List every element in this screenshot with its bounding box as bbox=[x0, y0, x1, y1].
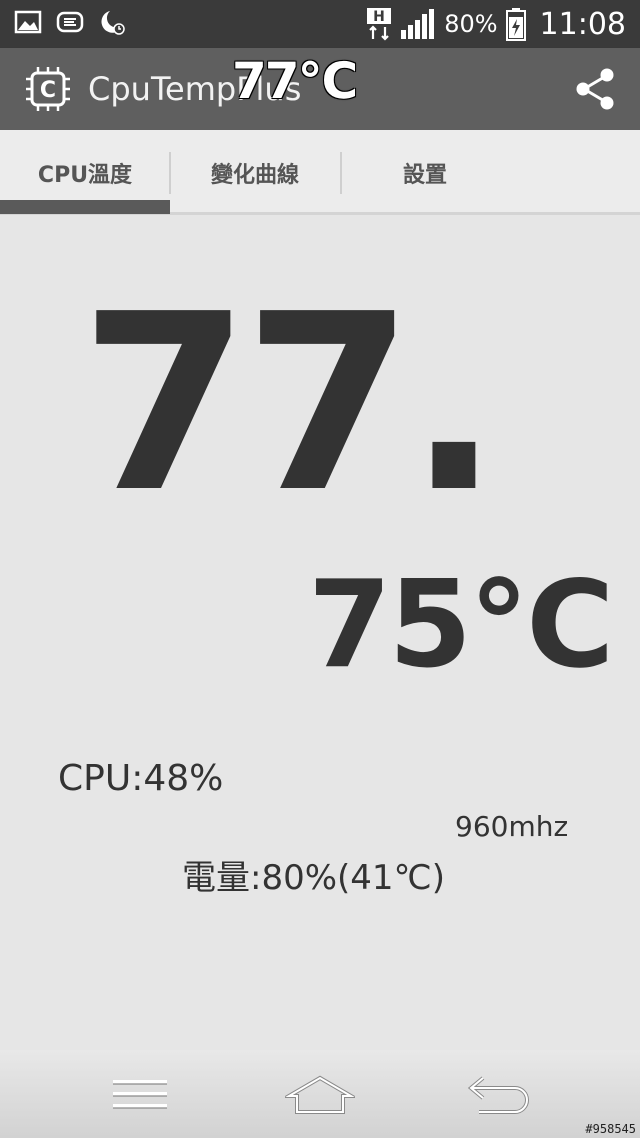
app-notification-icon bbox=[56, 11, 84, 33]
menu-icon[interactable] bbox=[105, 1072, 175, 1116]
clock: 11:08 bbox=[539, 6, 626, 42]
battery-percent: 80% bbox=[444, 10, 498, 38]
battery-info: 電量:80%(41℃) bbox=[182, 858, 446, 898]
sleep-timer-icon bbox=[101, 11, 125, 35]
cpu-frequency: 960mhz bbox=[455, 810, 569, 843]
temperature-fraction: 75℃ bbox=[308, 556, 614, 695]
back-icon[interactable] bbox=[465, 1072, 535, 1116]
status-bar: H 80% 11:08 bbox=[0, 0, 640, 48]
app-bar: C CpuTempPlus 77℃ bbox=[0, 48, 640, 130]
floating-temperature-overlay: 77℃ bbox=[232, 52, 358, 110]
share-icon[interactable] bbox=[572, 66, 618, 112]
svg-text:H: H bbox=[373, 9, 385, 25]
gallery-icon bbox=[14, 10, 42, 34]
cpu-chip-icon[interactable]: C bbox=[24, 65, 72, 113]
cpu-usage: CPU:48% bbox=[58, 758, 224, 799]
system-status: H 80% 11:08 bbox=[366, 4, 626, 44]
tab-trend-chart[interactable]: 變化曲線 bbox=[170, 130, 340, 215]
home-icon[interactable] bbox=[285, 1072, 355, 1116]
notification-icons bbox=[14, 8, 126, 36]
navigation-bar: #958545 bbox=[0, 1050, 640, 1138]
tab-settings[interactable]: 設置 bbox=[340, 130, 510, 215]
tab-selected-indicator bbox=[0, 200, 170, 214]
watermark: #958545 bbox=[585, 1122, 636, 1136]
svg-text:C: C bbox=[40, 78, 56, 103]
temperature-integer: 77. bbox=[80, 262, 500, 546]
network-data-icon: H bbox=[367, 8, 392, 41]
battery-charging-icon bbox=[505, 8, 526, 41]
signal-icon bbox=[401, 9, 435, 39]
